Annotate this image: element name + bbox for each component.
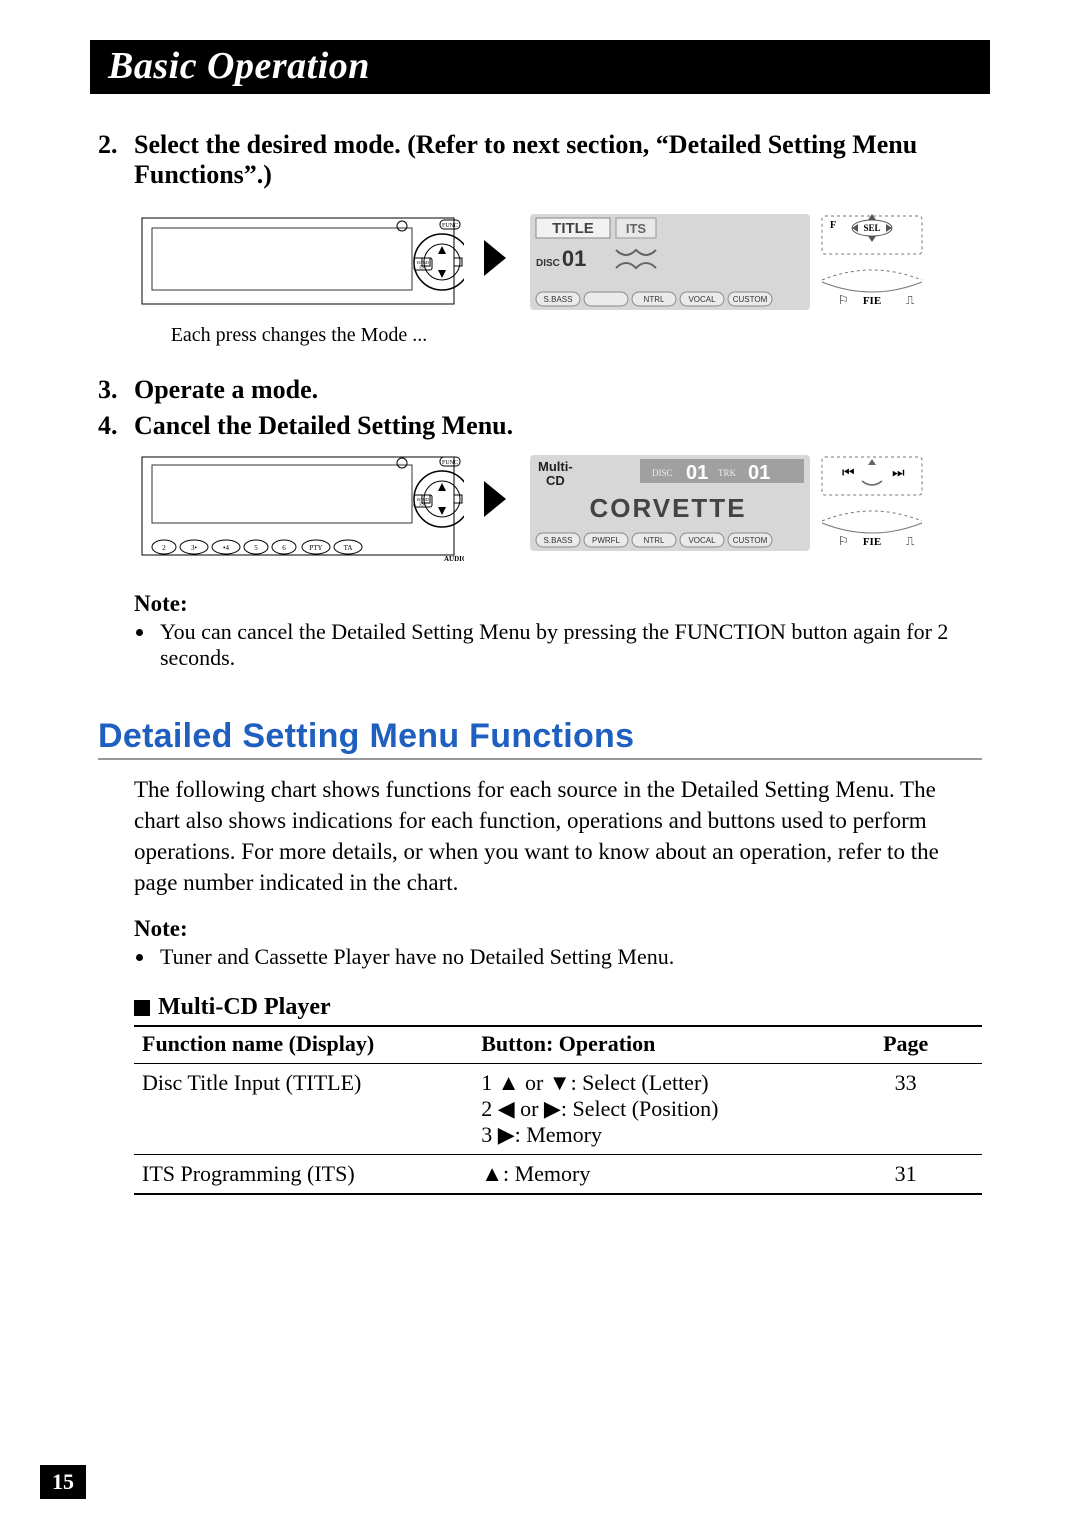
td-func-0: Disc Title Input (TITLE): [134, 1064, 473, 1154]
arrow-icon: [484, 240, 506, 276]
func-label-2: FUNC: [442, 460, 458, 466]
figure-row-2: FUNC BAND ESC 2 3• •4 5 6 PTY TA AUDIO: [134, 451, 982, 567]
lcd1-right-corner: ⎍: [906, 293, 915, 307]
td-op-1: ▲: Memory: [473, 1155, 829, 1193]
lcd1-f-label: F: [830, 220, 836, 231]
audio-label: AUDIO: [444, 555, 464, 563]
svg-text:01: 01: [686, 462, 708, 484]
step-2: 2. Select the desired mode. (Refer to ne…: [98, 130, 982, 190]
note-2-item: Tuner and Cassette Player have no Detail…: [156, 944, 982, 970]
svg-text:CD: CD: [546, 473, 565, 488]
svg-text:TA: TA: [344, 544, 353, 552]
lcd1-fie-label: FIE: [863, 295, 881, 307]
lcd1-title: TITLE: [552, 220, 594, 237]
note-2-title: Note:: [134, 916, 982, 942]
figure-row-1: FUNC BAND ESC TITLE ITS DISC01: [134, 210, 982, 316]
step-3-text: Operate a mode.: [134, 375, 982, 405]
step-4: 4. Cancel the Detailed Setting Menu.: [98, 411, 982, 441]
note-1-title: Note:: [134, 591, 982, 617]
prev-track-icon: ⏮: [842, 466, 855, 481]
svg-text:3•: 3•: [191, 544, 198, 552]
step-4-number: 4.: [98, 411, 134, 441]
svg-text:6: 6: [282, 544, 286, 552]
svg-text:5: 5: [254, 544, 258, 552]
svg-text:2: 2: [162, 544, 166, 552]
section-title: Detailed Setting Menu Functions: [98, 717, 982, 760]
lcd2-btn-custom: CUSTOM: [733, 536, 768, 545]
page-number: 15: [40, 1465, 86, 1499]
arrow-icon-2: [484, 481, 506, 517]
figure-lcd-1: TITLE ITS DISC01 S.BASS NTRL VOCAL CUSTO…: [526, 210, 926, 316]
note-2: Note: Tuner and Cassette Player have no …: [134, 916, 982, 970]
lcd1-btn-vocal: VOCAL: [688, 295, 716, 304]
td-op-0: 1 ▲ or ▼: Select (Letter) 2 ◀ or ▶: Sele…: [473, 1064, 829, 1154]
lcd1-its: ITS: [626, 221, 647, 236]
lcd2-multi: Multi-: [538, 459, 573, 474]
step-3-number: 3.: [98, 375, 134, 405]
note-1: Note: You can cancel the Detailed Settin…: [134, 591, 982, 671]
step-2-text: Select the desired mode. (Refer to next …: [134, 130, 982, 190]
lcd1-left-corner: ⚐: [838, 293, 849, 307]
th-button: Button: Operation: [473, 1027, 829, 1063]
func-label: FUNC: [442, 223, 458, 229]
section-header: Basic Operation: [90, 40, 990, 94]
figure-1-caption: Each press changes the Mode ...: [134, 324, 464, 347]
lcd1-btn-sbass: S.BASS: [544, 295, 573, 304]
lcd2-btn-vocal: VOCAL: [688, 536, 716, 545]
step-3: 3. Operate a mode.: [98, 375, 982, 405]
esc-label: ESC: [419, 265, 427, 270]
lcd1-sel-label: SEL: [863, 223, 880, 233]
svg-text:PTY: PTY: [309, 544, 322, 552]
lcd2-btn-sbass: S.BASS: [544, 536, 573, 545]
next-track-icon: ⏭: [892, 466, 905, 481]
lcd2-name: CORVETTE: [589, 493, 746, 523]
table-row: ITS Programming (ITS) ▲: Memory 31: [134, 1155, 982, 1193]
svg-text:ESC: ESC: [419, 502, 427, 507]
th-function: Function name (Display): [134, 1027, 473, 1063]
svg-text:⎍: ⎍: [906, 534, 915, 548]
square-bullet-icon: [134, 1000, 150, 1016]
figure-lcd-2: Multi- CD DISC 01 TRK 01 CORVETTE S.BASS…: [526, 451, 926, 557]
svg-text:DISC: DISC: [652, 468, 673, 478]
step-4-text: Cancel the Detailed Setting Menu.: [134, 411, 982, 441]
table-subhead: Multi-CD Player: [134, 994, 982, 1021]
section-intro-text: The following chart shows functions for …: [134, 774, 982, 898]
svg-text:TRK: TRK: [718, 468, 737, 478]
lcd2-fie-label: FIE: [863, 536, 881, 548]
td-page-1: 31: [829, 1155, 982, 1193]
table-subhead-label: Multi-CD Player: [158, 994, 331, 1021]
lcd1-btn-custom: CUSTOM: [733, 295, 768, 304]
figure-radio-1: FUNC BAND ESC: [134, 210, 464, 316]
lcd1-btn-ntrl: NTRL: [644, 295, 665, 304]
svg-text:⚐: ⚐: [838, 534, 849, 548]
td-page-0: 33: [829, 1064, 982, 1154]
td-func-1: ITS Programming (ITS): [134, 1155, 473, 1193]
svg-text:01: 01: [748, 462, 770, 484]
figure-radio-2: FUNC BAND ESC 2 3• •4 5 6 PTY TA AUDIO: [134, 451, 464, 567]
lcd2-btn-ntrl: NTRL: [644, 536, 665, 545]
svg-text:•4: •4: [223, 544, 229, 552]
note-1-item: You can cancel the Detailed Setting Menu…: [156, 619, 982, 671]
table-row: Disc Title Input (TITLE) 1 ▲ or ▼: Selec…: [134, 1064, 982, 1154]
th-page: Page: [829, 1027, 982, 1063]
lcd2-btn-pwrfl: PWRFL: [592, 536, 621, 545]
step-2-number: 2.: [98, 130, 134, 190]
functions-table: Function name (Display) Button: Operatio…: [134, 1025, 982, 1195]
